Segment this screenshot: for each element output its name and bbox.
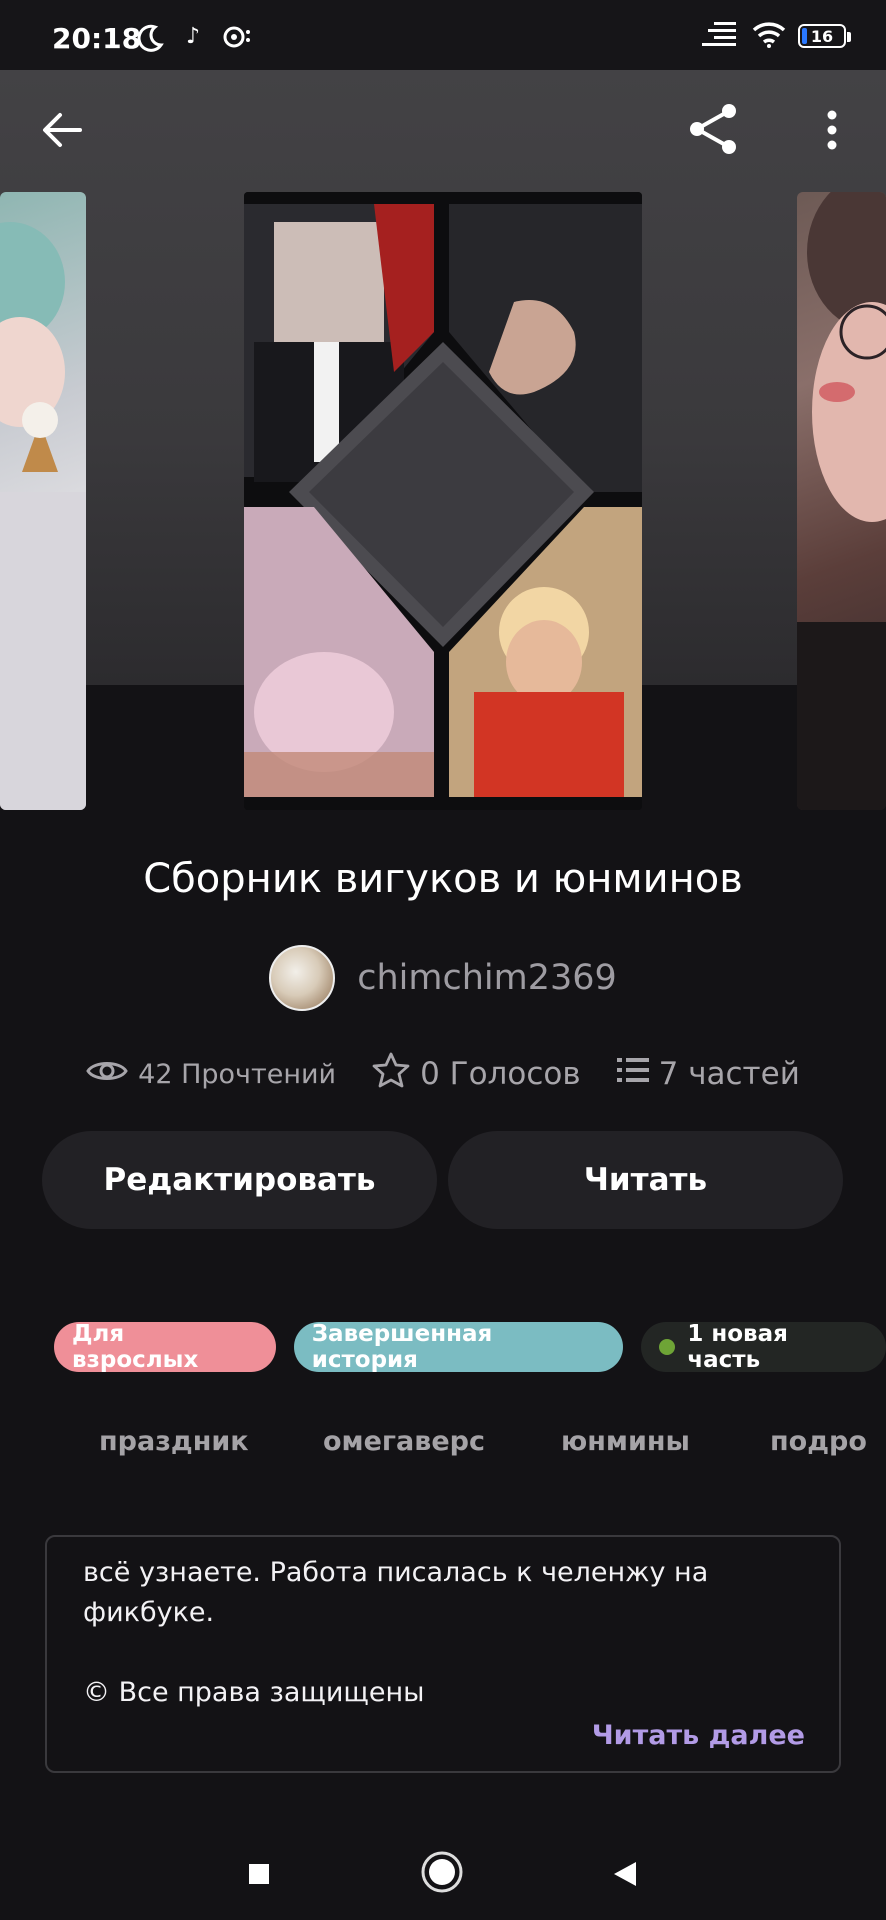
completed-badge: Завершенная история — [293, 1321, 624, 1373]
tag-item[interactable]: праздник — [99, 1426, 249, 1457]
status-time: 20:18 — [52, 22, 142, 55]
more-vertical-icon[interactable] — [812, 100, 852, 160]
music-note-icon: ♪ — [186, 24, 201, 49]
description-box: всё узнаете. Работа писалась к челенжу н… — [45, 1535, 841, 1773]
star-icon — [372, 1052, 410, 1096]
next-cover-image[interactable] — [797, 192, 886, 810]
story-title: Сборник вигуков и юнминов — [143, 856, 743, 902]
message-icon — [222, 26, 252, 54]
story-stats: 42 Прочтений 0 Голосов 7 частей — [0, 1052, 886, 1096]
story-cover-image[interactable] — [244, 192, 642, 810]
home-icon[interactable] — [420, 1850, 464, 1898]
reads-stat: 42 Прочтений — [86, 1057, 336, 1092]
share-icon[interactable] — [680, 98, 746, 160]
parts-stat: 7 частей — [616, 1056, 800, 1092]
adult-badge: Для взрослых — [54, 1321, 276, 1373]
author-name[interactable]: chimchim2369 — [357, 958, 617, 998]
battery-icon: 16 — [798, 24, 851, 48]
edit-button[interactable]: Редактировать — [42, 1131, 437, 1229]
new-dot-icon — [659, 1339, 676, 1355]
tag-list: праздник омегаверс юнмины подро — [0, 1422, 886, 1472]
status-icons: 16 — [700, 20, 851, 52]
read-more-link[interactable]: Читать далее — [592, 1720, 805, 1751]
recent-apps-icon[interactable] — [247, 1862, 271, 1890]
signal-icon — [700, 20, 740, 52]
wifi-icon — [752, 20, 786, 52]
system-nav-bar — [0, 1820, 886, 1920]
battery-level: 16 — [810, 26, 834, 46]
new-part-label: 1 новая часть — [687, 1321, 788, 1373]
reads-count: 42 Прочтений — [138, 1058, 337, 1090]
back-arrow-icon[interactable] — [32, 100, 92, 160]
description-text: всё узнаете. Работа писалась к челенжу н… — [83, 1557, 709, 1708]
votes-count: 0 Голосов — [420, 1056, 581, 1092]
avatar[interactable] — [269, 945, 336, 1011]
tag-item[interactable]: омегаверс — [323, 1426, 485, 1457]
back-nav-icon[interactable] — [612, 1860, 638, 1892]
status-bar: 20:18 ♪ 16 — [0, 0, 886, 70]
moon-icon — [135, 23, 165, 57]
story-badges: Для взрослых Завершенная история 1 новая… — [54, 1321, 886, 1373]
tag-item[interactable]: юнмины — [561, 1426, 690, 1457]
tag-item[interactable]: подро — [770, 1426, 867, 1457]
eye-icon — [86, 1057, 128, 1092]
previous-cover-image[interactable] — [0, 192, 86, 810]
author-row[interactable]: chimchim2369 — [0, 945, 886, 1011]
list-icon — [616, 1056, 649, 1092]
new-part-badge: 1 новая часть — [641, 1321, 886, 1373]
read-button[interactable]: Читать — [448, 1131, 843, 1229]
parts-count: 7 частей — [658, 1056, 800, 1092]
votes-stat: 0 Голосов — [372, 1052, 581, 1096]
